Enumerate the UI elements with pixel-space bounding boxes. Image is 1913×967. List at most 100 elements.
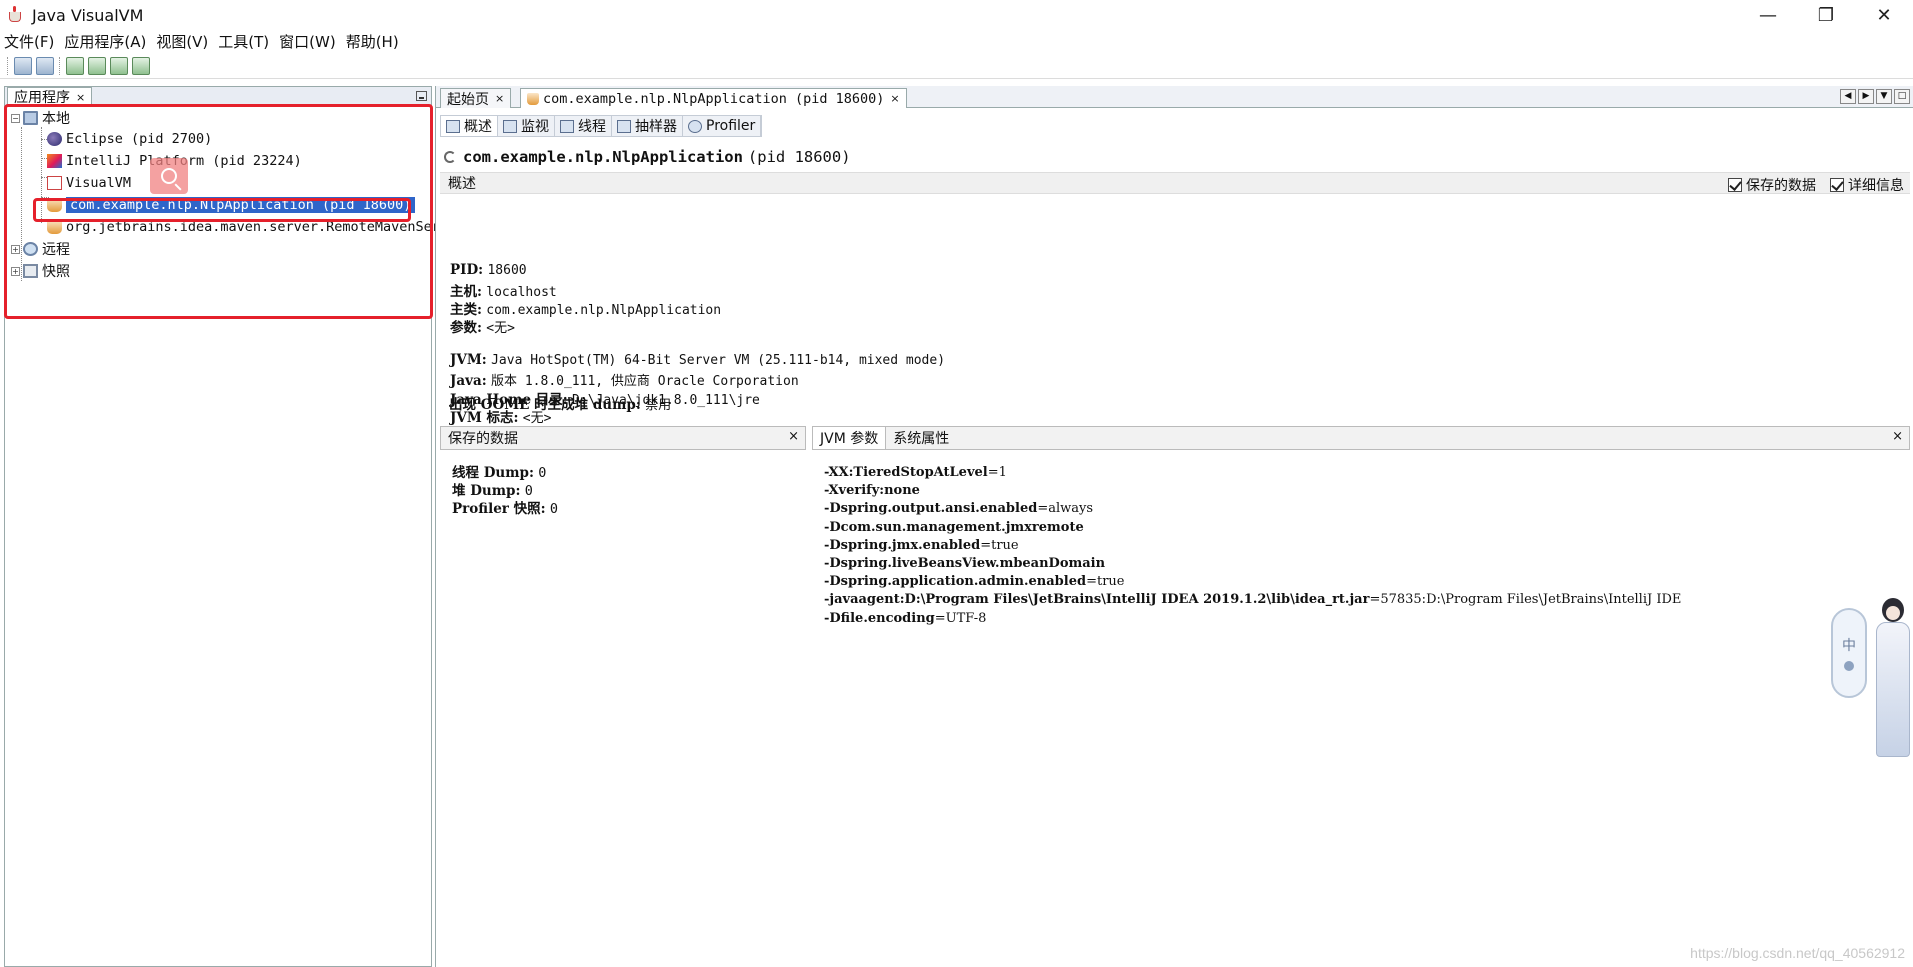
jvm-arg-value: =true (1086, 574, 1125, 590)
add-remote-host-icon[interactable] (36, 56, 54, 75)
info-value: <无> (522, 411, 552, 426)
tab-profiler[interactable]: Profiler (683, 116, 762, 136)
expand-icon[interactable]: + (11, 244, 20, 254)
tree-node-snapshots[interactable]: + 快照 (11, 261, 70, 281)
watermark: https://blog.csdn.net/qq_40562912 (1690, 945, 1905, 961)
menu-help[interactable]: 帮助(H) (342, 31, 403, 52)
close-icon[interactable]: × (788, 429, 799, 444)
java-icon (47, 220, 62, 234)
menu-tools[interactable]: 工具(T) (214, 31, 273, 52)
info-label: 线程 Dump: (452, 465, 534, 481)
jvm-arg-value: =true (980, 537, 1019, 553)
applications-panel: 应用程序 × − 本地 Eclipse (pid 2700) IntelliJ … (4, 86, 440, 967)
info-label: JVM: (450, 352, 487, 368)
info-java: Java: 版本 1.8.0_111, 供应商 Oracle Corporati… (450, 370, 799, 389)
java-icon (47, 198, 62, 212)
tab-overview[interactable]: 概述 (441, 116, 498, 136)
checkbox-checked-icon[interactable] (1830, 178, 1844, 192)
menu-window[interactable]: 窗口(W) (275, 31, 340, 52)
tab-nlp-application[interactable]: com.example.nlp.NlpApplication (pid 1860… (520, 88, 907, 108)
collapse-icon[interactable]: − (11, 113, 20, 123)
jvm-arg-key: -Dspring.jmx.enabled (824, 537, 981, 553)
saved-data-checkbox[interactable]: 保存的数据 (1728, 175, 1816, 195)
jvm-arg-row: -Dfile.encoding=UTF-8 (824, 610, 1909, 628)
scroll-right-icon[interactable]: ▶ (1858, 89, 1874, 104)
thread-dump-icon[interactable] (66, 56, 84, 75)
title-bar: Java VisualVM — ❐ ✕ (0, 0, 1913, 30)
ime-toolbar[interactable]: 中 (1831, 608, 1867, 698)
close-icon[interactable]: × (890, 92, 899, 105)
heap-dump-icon[interactable] (88, 56, 106, 75)
minimize-panel-icon[interactable] (416, 91, 427, 101)
expand-icon[interactable]: + (11, 266, 20, 276)
maximize-icon[interactable]: □ (1894, 89, 1910, 104)
details-checkbox[interactable]: 详细信息 (1830, 175, 1904, 195)
info-value: 0 (538, 465, 547, 481)
load-snapshot-icon[interactable] (132, 56, 150, 75)
jvm-arg-row: -XX:TieredStopAtLevel=1 (824, 464, 1909, 482)
tree-node-label: Eclipse (pid 2700) (66, 131, 213, 147)
tab-navigation: ◀ ▶ ▼ □ (1840, 89, 1910, 104)
ime-settings-icon[interactable] (1844, 661, 1854, 671)
jvm-arg-value: =1 (987, 465, 1007, 480)
overview-icon (446, 119, 460, 133)
toolbar (0, 53, 1913, 79)
info-value: 禁用 (645, 398, 672, 413)
menu-view[interactable]: 视图(V) (152, 31, 212, 52)
tab-sampler-label: 抽样器 (635, 119, 677, 135)
jvm-arg-key: -Dspring.output.ansi.enabled (824, 501, 1038, 517)
info-value: Java HotSpot(TM) 64-Bit Server VM (25.11… (491, 353, 946, 368)
ime-mode-indicator[interactable]: 中 (1842, 635, 1856, 655)
saved-data-panel-header: 保存的数据 × (440, 426, 806, 450)
view-tabbar: 概述 监视 线程 抽样器 Profiler (440, 115, 763, 137)
close-icon[interactable]: × (1892, 429, 1903, 444)
snapshot-icon[interactable] (110, 56, 128, 75)
add-jmx-connection-icon[interactable] (14, 56, 32, 75)
menu-file[interactable]: 文件(F) (0, 31, 58, 52)
info-main-class: 主类: com.example.nlp.NlpApplication (450, 298, 721, 318)
tab-jvm-arguments[interactable]: JVM 参数 (813, 427, 887, 449)
scroll-left-icon[interactable]: ◀ (1840, 89, 1856, 104)
thread-dump-count: 线程 Dump: 0 (452, 464, 558, 482)
info-oome: 出现 OOME 时生成堆 dump: 禁用 (449, 393, 671, 413)
info-host: 主机: localhost (450, 280, 557, 300)
tab-list-icon[interactable]: ▼ (1876, 89, 1892, 104)
menu-applications[interactable]: 应用程序(A) (60, 31, 150, 52)
info-value: 0 (524, 483, 533, 499)
tree-node-local[interactable]: − 本地 (11, 108, 70, 128)
info-value: 18600 (487, 263, 527, 278)
monitor-chart-icon (503, 119, 517, 133)
app-name: com.example.nlp.NlpApplication (463, 148, 743, 166)
tree-node-local-label: 本地 (42, 111, 70, 127)
close-icon[interactable]: × (495, 92, 504, 105)
info-label: 堆 Dump: (452, 483, 521, 499)
saved-data-checkbox-label: 保存的数据 (1746, 178, 1816, 194)
profiler-clock-icon (688, 119, 702, 133)
tab-monitor[interactable]: 监视 (498, 116, 555, 136)
restore-button[interactable]: ❐ (1797, 0, 1855, 30)
tab-monitor-label: 监视 (521, 119, 549, 135)
tab-applications-label: 应用程序 (14, 90, 70, 106)
tree-node-nlp-application[interactable]: com.example.nlp.NlpApplication (pid 1860… (47, 195, 416, 215)
tree-node-remote[interactable]: + 远程 (11, 239, 70, 259)
tab-sampler[interactable]: 抽样器 (612, 116, 683, 136)
tab-system-properties[interactable]: 系统属性 (886, 427, 956, 449)
tab-applications[interactable]: 应用程序 × (7, 87, 93, 106)
checkbox-checked-icon[interactable] (1728, 178, 1742, 192)
jvm-arg-key: -Xverify:none (824, 483, 920, 499)
overview-section-title: 概述 (448, 176, 476, 192)
eclipse-icon (47, 132, 62, 146)
tab-threads[interactable]: 线程 (555, 116, 612, 136)
jvm-arg-row: -Xverify:none (824, 482, 1909, 500)
info-value: 0 (549, 501, 559, 517)
toolbar-separator (59, 56, 61, 75)
minimize-button[interactable]: — (1739, 0, 1797, 30)
info-jvm: JVM: Java HotSpot(TM) 64-Bit Server VM (… (450, 352, 945, 368)
tree-node-visualvm[interactable]: VisualVM (47, 173, 131, 193)
tab-start-page[interactable]: 起始页 × (440, 88, 512, 108)
close-button[interactable]: ✕ (1855, 0, 1913, 30)
tree-node-eclipse[interactable]: Eclipse (pid 2700) (47, 129, 212, 149)
tree-node-label: org.jetbrains.idea.maven.server.RemoteMa… (66, 219, 440, 235)
tree-node-maven-server[interactable]: org.jetbrains.idea.maven.server.RemoteMa… (47, 217, 440, 237)
close-icon[interactable]: × (76, 91, 85, 104)
